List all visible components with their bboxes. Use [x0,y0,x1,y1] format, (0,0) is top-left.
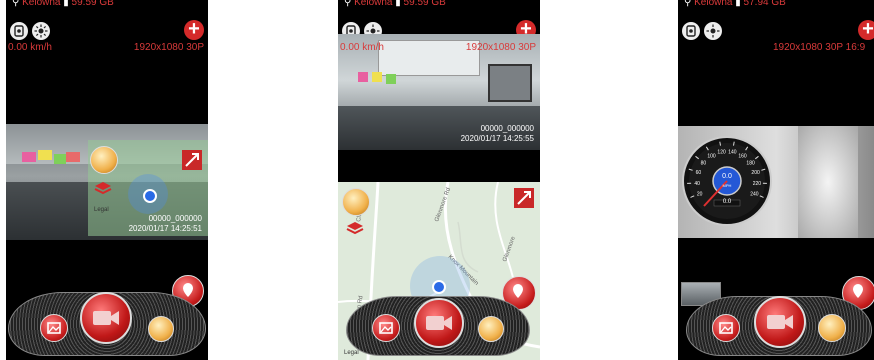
gallery-icon [719,322,733,334]
camera-switch-button[interactable] [10,22,28,40]
snapshot-button[interactable] [148,316,174,342]
gauge-tick-label: 200 [751,170,760,176]
map-legal-label[interactable]: Legal [344,350,359,356]
video-camera-icon [767,315,793,329]
resolution-readout: 1920x1080 30P [133,42,204,53]
gauge-tick-label: 100 [707,153,716,159]
camera-switch-icon [686,25,696,37]
snapshot-button[interactable] [818,314,846,342]
status-bar: ⚲ Kelowna ▮ 57.94 GB [684,0,786,8]
map-legal-label[interactable]: Legal [94,207,109,213]
status-bar: ⚲ Kelowna ▮ 59.59 GB [12,0,114,8]
location-pin-icon: ⚲ [344,0,352,8]
gauge-tick-label: 80 [701,161,707,167]
location-text: Kelowna [354,0,393,8]
sd-card-icon: ▮ [735,0,741,8]
brightness-button[interactable] [32,22,50,40]
gallery-button[interactable] [712,314,740,342]
gauge-tick-label: 120 [717,150,726,156]
timestamp: 2020/01/17 14:25:51 [128,224,202,233]
location-pin-icon: ⚲ [12,0,20,8]
brightness-icon [706,24,720,38]
video-camera-icon [426,316,452,330]
gallery-icon [47,322,61,334]
frame-id: 00000_000000 [480,124,534,133]
gauge-tick-label: 20 [697,191,703,197]
gauge-tick-label: 40 [694,181,700,187]
map-style-button[interactable] [90,146,118,174]
gauge-tick-label: 180 [746,161,755,167]
status-bar: ⚲ Kelowna ▮ 59.59 GB [344,0,446,8]
snapshot-button[interactable] [478,316,504,342]
gauge-tick-mark [733,141,735,146]
storage-text: 59.59 GB [71,0,114,8]
add-button[interactable]: + [184,19,204,40]
brightness-button[interactable] [704,22,722,40]
timestamp: 2020/01/17 14:25:55 [460,134,534,143]
gallery-button[interactable] [40,314,68,342]
gauge-tick-label: 240 [750,191,759,197]
location-text: Kelowna [22,0,61,8]
camera-switch-icon [14,25,24,37]
gauge-tick-label: 160 [738,153,747,159]
brightness-icon [34,24,48,38]
location-pin-icon: ⚲ [684,0,692,8]
gauge-speed-value: 0.0 [722,173,732,180]
gallery-button[interactable] [372,314,400,342]
current-location-dot [432,280,446,294]
record-button[interactable] [754,296,806,348]
add-button[interactable]: + [858,19,874,40]
video-camera-icon [93,311,119,325]
expand-map-icon[interactable] [182,150,202,170]
phone-screen-2: ⚲ Kelowna ▮ 59.59 GB + 0.00 km/h 1920x10… [338,0,540,360]
current-location-dot [143,189,157,203]
street-label: Glenmore Rd [434,187,452,223]
camera-switch-button[interactable] [682,22,700,40]
resolution-readout: 1920x1080 30P 16:9 [773,42,866,53]
gauge-tick-label: 220 [753,181,762,187]
speed-readout: 0.00 km/h [340,42,384,53]
layers-icon[interactable] [346,220,364,238]
record-button[interactable] [414,298,464,348]
gauge-tick-mark [719,141,721,146]
frame-id: 00000_000000 [148,214,202,223]
resolution-readout: 1920x1080 30P [465,42,536,53]
gauge-odometer: 0.0 [722,199,732,205]
storage-text: 57.94 GB [743,0,786,8]
speed-readout: 0.00 km/h [8,42,52,53]
expand-map-icon[interactable] [514,188,534,208]
layers-icon[interactable] [94,180,112,198]
sd-card-icon: ▮ [395,0,401,8]
map-style-button[interactable] [342,188,370,216]
location-text: Kelowna [694,0,733,8]
phone-screen-1: ⚲ Kelowna ▮ 59.59 GB + 0.00 km/h 1920x10… [6,0,208,360]
gauge-unit: MPH [722,183,732,188]
gauge-tick-label: 60 [696,170,702,176]
gallery-icon [379,322,393,334]
record-button[interactable] [80,292,132,344]
sd-card-icon: ▮ [63,0,69,8]
storage-text: 59.59 GB [403,0,446,8]
speedometer-gauge: 20 40 60 80 100 120 140 160 180 200 220 240 0.0 MPH… [682,136,772,226]
phone-screen-3: ⚲ Kelowna ▮ 57.94 GB + 1920x1080 30P 16:… [678,0,874,360]
gauge-tick-label: 140 [728,150,737,156]
